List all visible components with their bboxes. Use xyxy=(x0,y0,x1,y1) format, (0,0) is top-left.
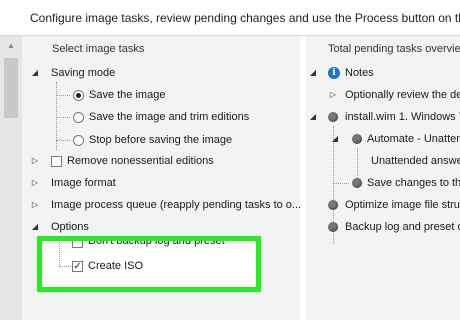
tree-item-saving-mode[interactable]: Saving mode xyxy=(51,64,115,82)
tree-guide-line xyxy=(56,140,70,141)
option-create-iso-label[interactable]: Create ISO xyxy=(88,257,143,275)
option-dont-backup-label[interactable]: Don't backup log and preset xyxy=(88,241,225,250)
tree-item-notes[interactable]: Notes xyxy=(345,64,374,82)
collapse-triangle-icon[interactable]: ◢ xyxy=(308,64,318,82)
tree-item-options[interactable]: Options xyxy=(51,218,89,236)
tree-item-review[interactable]: Optionally review the de xyxy=(345,86,460,104)
tree-item-remove-nonessential[interactable]: Remove nonessential editions xyxy=(67,152,214,170)
tree-guide-line xyxy=(59,241,60,267)
tree-item-install-wim[interactable]: install.wim 1. Windows 7 xyxy=(345,108,460,126)
radio-save-image[interactable] xyxy=(73,90,84,101)
checkbox-remove-nonessential[interactable] xyxy=(51,156,62,167)
tree-guide-line xyxy=(59,266,71,267)
checkbox-create-iso[interactable]: ✓ xyxy=(72,261,83,272)
expand-triangle-icon[interactable]: ▷ xyxy=(30,152,40,170)
collapse-triangle-icon[interactable]: ◢ xyxy=(30,218,40,236)
option-save-trim-label[interactable]: Save the image and trim editions xyxy=(89,108,249,126)
option-stop-before-label[interactable]: Stop before saving the image xyxy=(89,131,232,149)
radio-save-trim[interactable] xyxy=(73,112,84,123)
tree-guide-line xyxy=(56,95,70,96)
tree-item-image-format[interactable]: Image format xyxy=(51,174,116,192)
instruction-bar: Configure image tasks, review pending ch… xyxy=(0,0,460,36)
right-panel-title: Total pending tasks overview xyxy=(328,43,460,55)
collapse-triangle-icon[interactable]: ◢ xyxy=(308,108,318,126)
tree-item-unattended[interactable]: Unattended answe xyxy=(371,152,460,170)
status-dot-icon xyxy=(352,134,362,144)
expand-triangle-icon[interactable]: ▷ xyxy=(30,196,40,214)
left-panel-title: Select image tasks xyxy=(52,43,145,55)
tree-item-save-changes[interactable]: Save changes to th xyxy=(367,174,460,192)
status-dot-icon xyxy=(328,112,338,122)
expand-triangle-icon[interactable]: ▷ xyxy=(30,174,40,192)
status-dot-icon xyxy=(328,200,338,210)
option-save-image-label[interactable]: Save the image xyxy=(89,86,165,104)
tree-guide-line xyxy=(333,183,349,184)
status-dot-icon xyxy=(328,222,338,232)
status-dot-icon xyxy=(352,178,362,188)
collapse-triangle-icon[interactable]: ◢ xyxy=(330,130,340,148)
collapse-triangle-icon[interactable]: ◢ xyxy=(30,64,40,82)
tree-guide-line xyxy=(56,117,70,118)
scrollbar-thumb[interactable] xyxy=(4,58,18,118)
info-icon: i xyxy=(328,67,340,79)
tree-item-process-queue[interactable]: Image process queue (reapply pending tas… xyxy=(51,196,301,214)
instruction-text: Configure image tasks, review pending ch… xyxy=(30,11,460,25)
tree-item-automate[interactable]: Automate - Unatten xyxy=(367,130,460,148)
radio-stop-before-saving[interactable] xyxy=(73,135,84,146)
pending-tasks-panel: Total pending tasks overview ◢ i Notes ▷… xyxy=(306,36,460,320)
highlight-box: Don't backup log and preset ✓ Create ISO xyxy=(37,236,261,292)
tree-item-optimize[interactable]: Optimize image file struc xyxy=(345,196,460,214)
checkbox-dont-backup[interactable] xyxy=(72,241,83,248)
expand-triangle-icon[interactable]: ▷ xyxy=(328,86,338,104)
scroll-up-arrow-icon[interactable]: ▲ xyxy=(4,40,18,52)
tree-item-backup-log[interactable]: Backup log and preset o xyxy=(345,218,460,236)
